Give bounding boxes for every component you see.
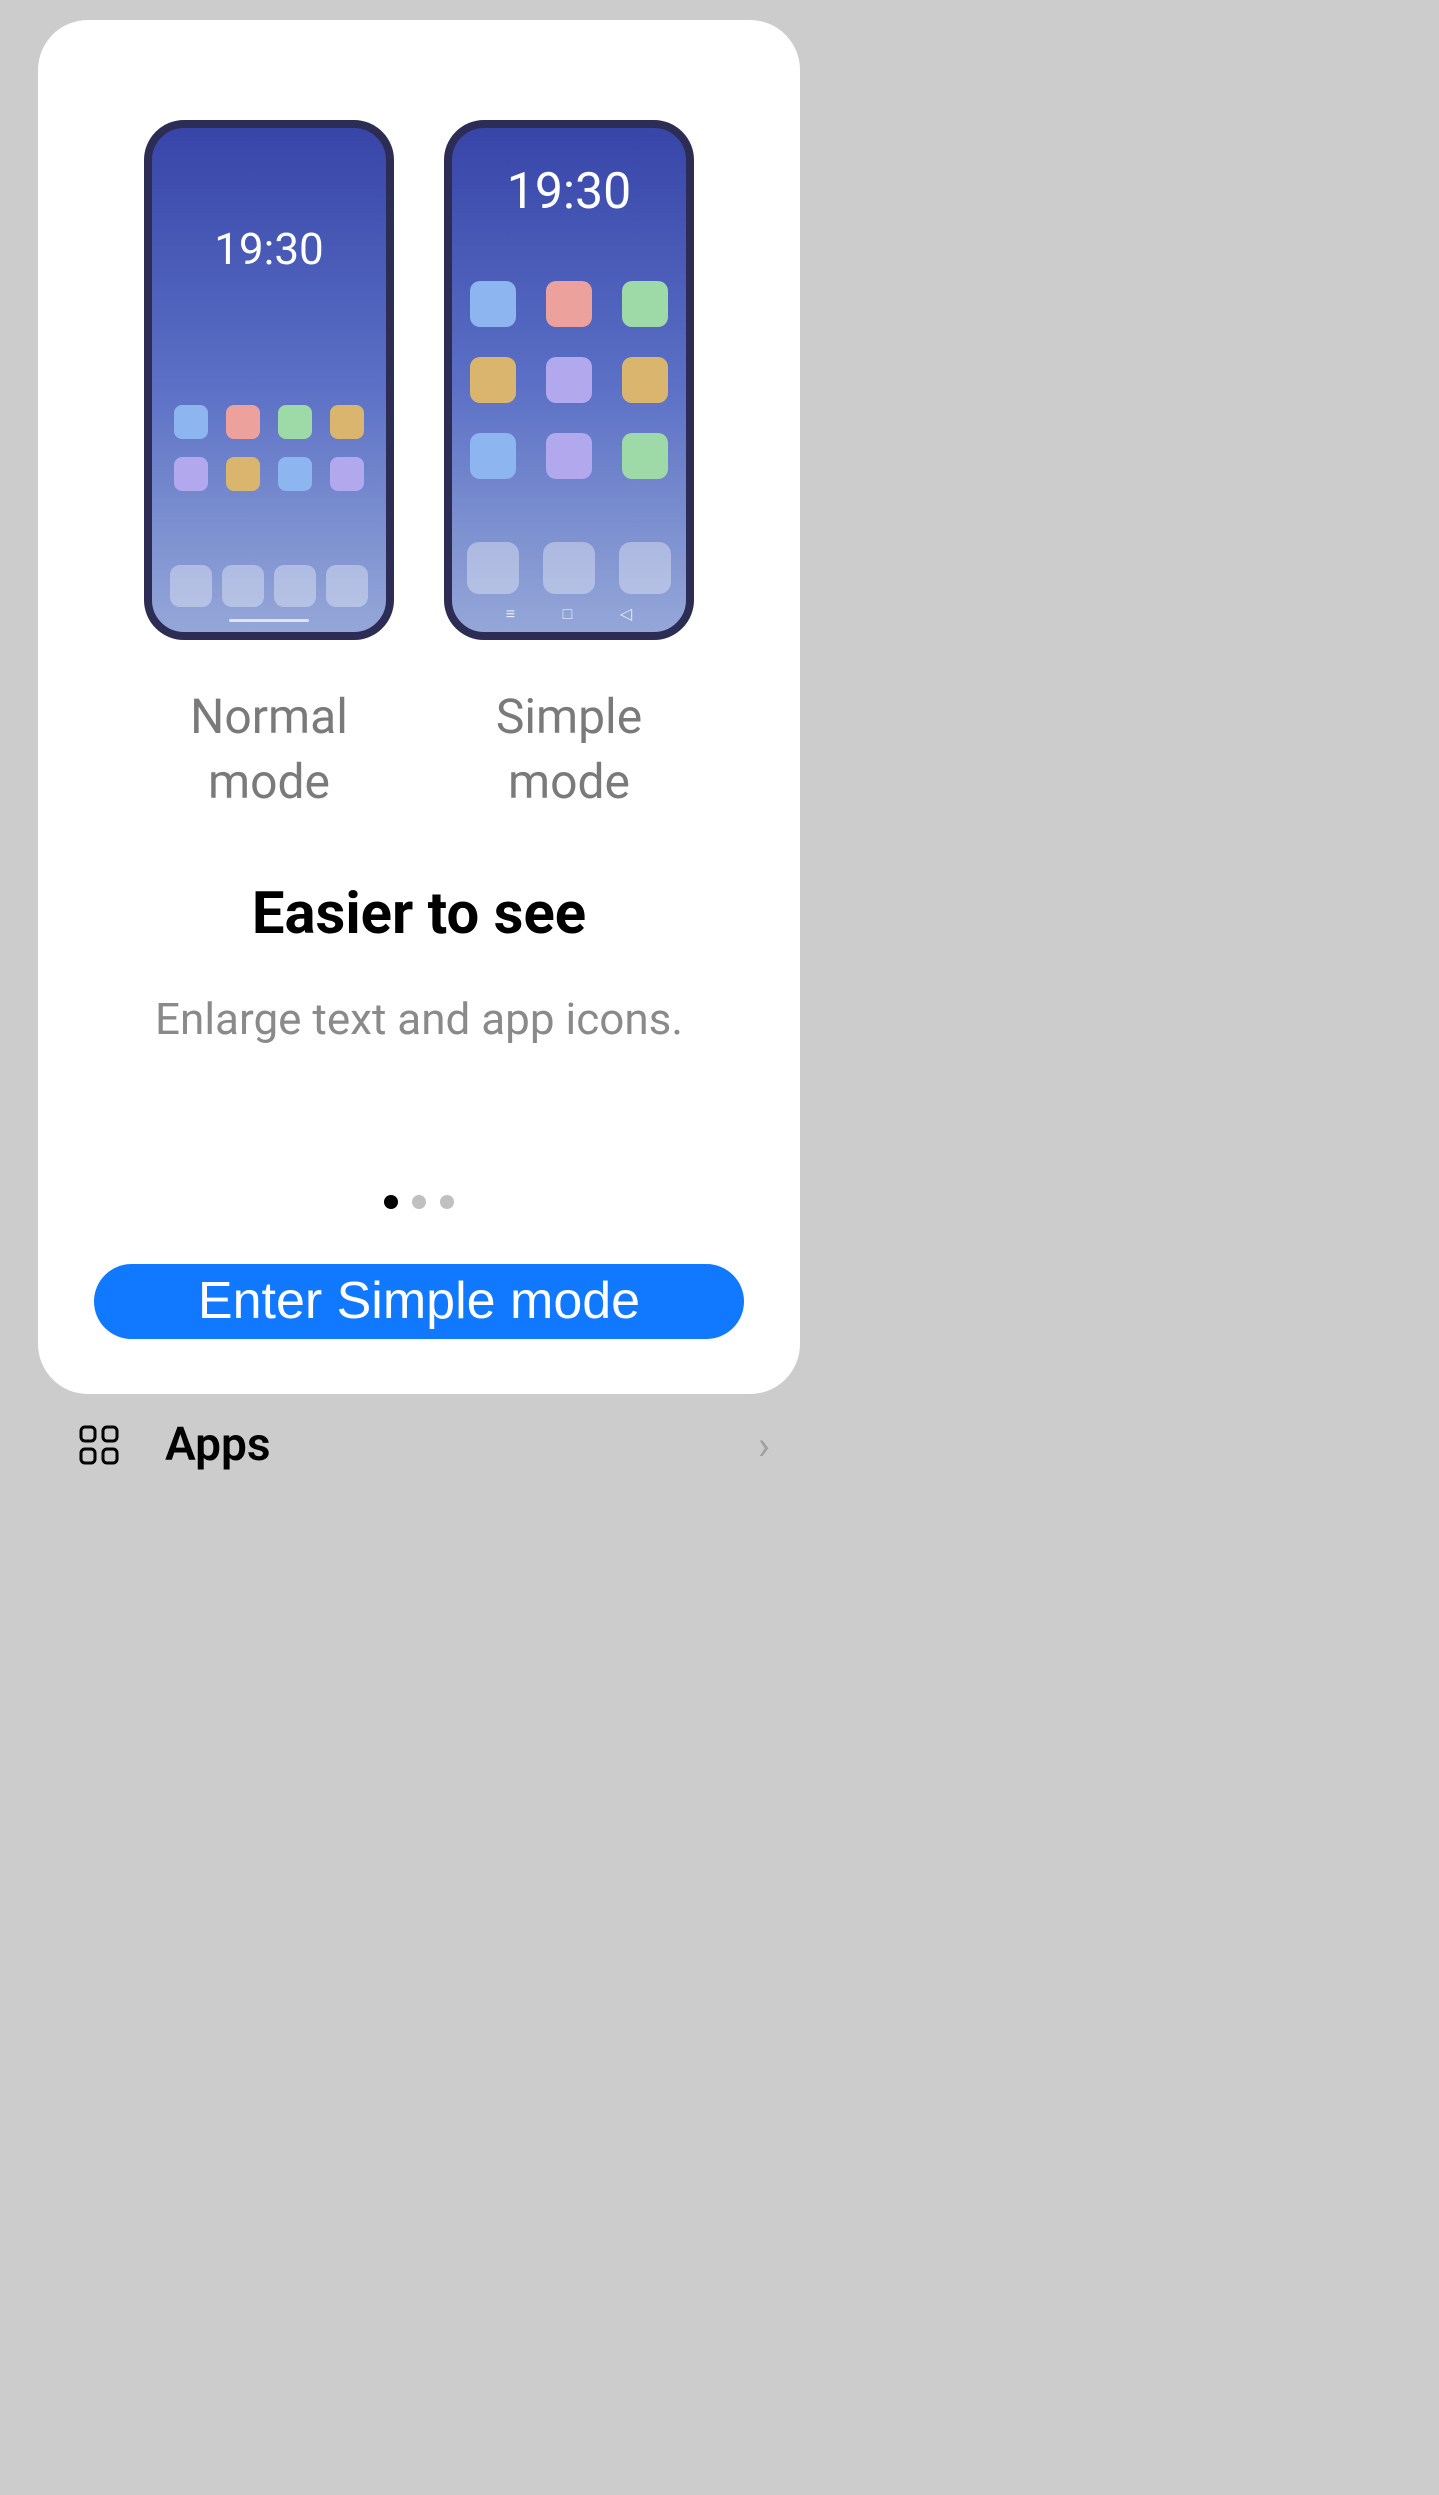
apps-list-item[interactable]: Apps › <box>38 1395 800 1495</box>
app-icon <box>174 405 208 439</box>
phones-comparison: 19:30 19:30 <box>144 120 694 640</box>
headline: Easier to see <box>252 880 586 948</box>
recents-icon: ≡ <box>506 604 515 624</box>
dock-icon <box>170 565 212 607</box>
back-icon: ◁ <box>620 604 632 624</box>
dock-icon <box>274 565 316 607</box>
app-icon <box>330 405 364 439</box>
phone-preview-normal: 19:30 <box>144 120 394 640</box>
dock-icon <box>543 542 595 594</box>
app-icon-grid-simple <box>452 281 686 479</box>
dock-simple <box>467 542 671 594</box>
app-icon <box>470 433 516 479</box>
enter-simple-mode-button[interactable]: Enter Simple mode <box>94 1264 744 1339</box>
home-icon: □ <box>563 604 573 624</box>
subline: Enlarge text and app icons. <box>155 993 683 1045</box>
app-icon <box>622 281 668 327</box>
app-icon <box>546 357 592 403</box>
app-icon <box>470 357 516 403</box>
page-dot[interactable] <box>384 1195 398 1209</box>
app-icon <box>546 433 592 479</box>
dock-icon <box>222 565 264 607</box>
app-icon <box>278 405 312 439</box>
app-icon <box>226 457 260 491</box>
page-dot[interactable] <box>440 1195 454 1209</box>
dock-icon <box>619 542 671 594</box>
dock-icon <box>467 542 519 594</box>
app-icon <box>174 457 208 491</box>
nav-bar: ≡ □ ◁ <box>452 604 686 624</box>
home-indicator <box>229 619 309 622</box>
app-icon <box>546 281 592 327</box>
apps-icon <box>78 1424 120 1466</box>
apps-label: Apps <box>165 1418 758 1472</box>
app-icon <box>622 433 668 479</box>
phone-preview-simple: 19:30 ≡ □ ◁ <box>444 120 694 640</box>
mode-labels-row: Normal mode Simple mode <box>78 685 760 815</box>
phone-time: 19:30 <box>152 223 386 275</box>
app-icon <box>278 457 312 491</box>
app-icon <box>470 281 516 327</box>
normal-mode-label: Normal mode <box>144 685 394 815</box>
app-icon <box>226 405 260 439</box>
dock-normal <box>170 565 368 607</box>
app-icon <box>330 457 364 491</box>
dock-icon <box>326 565 368 607</box>
chevron-right-icon: › <box>758 1422 770 1469</box>
phone-time: 19:30 <box>452 163 686 221</box>
page-indicator <box>384 1195 454 1209</box>
app-icon-grid-normal <box>152 405 386 491</box>
page-dot[interactable] <box>412 1195 426 1209</box>
app-icon <box>622 357 668 403</box>
simple-mode-card: 19:30 19:30 <box>38 20 800 1394</box>
simple-mode-label: Simple mode <box>444 685 694 815</box>
